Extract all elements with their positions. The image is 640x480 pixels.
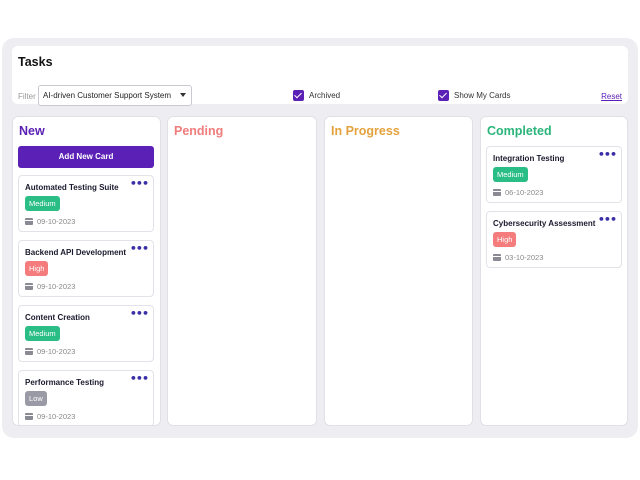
card-date: 03-10-2023 [493, 253, 543, 262]
more-options-icon[interactable]: ••• [130, 372, 149, 385]
card-title: Integration Testing [493, 154, 565, 163]
card-title: Content Creation [25, 313, 90, 322]
add-new-card-button[interactable]: Add New Card [18, 146, 154, 168]
card-title: Cybersecurity Assessment [493, 219, 596, 228]
card-title: Automated Testing Suite [25, 183, 119, 192]
card-date: 09-10-2023 [25, 412, 75, 421]
column-title-in-progress: In Progress [331, 124, 400, 138]
card-date: 09-10-2023 [25, 347, 75, 356]
card-title: Performance Testing [25, 378, 104, 387]
priority-badge: Medium [25, 326, 60, 341]
chevron-down-icon [180, 93, 186, 97]
priority-badge: Low [25, 391, 47, 406]
page-title: Tasks [18, 55, 53, 69]
more-options-icon[interactable]: ••• [130, 307, 149, 320]
card-date-text: 09-10-2023 [37, 412, 76, 421]
priority-badge: Medium [493, 167, 528, 182]
filter-select[interactable]: AI-driven Customer Support System [38, 85, 192, 106]
task-card[interactable]: Integration Testing ••• Medium 06-10-202… [486, 146, 622, 203]
show-my-cards-label: Show My Cards [454, 91, 511, 100]
task-card[interactable]: Backend API Development ••• High 09-10-2… [18, 240, 154, 297]
column-title-new: New [19, 124, 45, 138]
priority-badge: High [25, 261, 49, 276]
more-options-icon[interactable]: ••• [598, 148, 617, 161]
show-my-cards-checkbox[interactable] [438, 90, 449, 101]
column-in-progress: In Progress [324, 116, 473, 426]
card-date: 09-10-2023 [25, 282, 75, 291]
archived-label: Archived [309, 91, 341, 100]
calendar-icon [25, 413, 33, 420]
filter-select-value: AI-driven Customer Support System [43, 91, 172, 100]
column-completed: Completed Integration Testing ••• Medium… [480, 116, 628, 426]
archived-toggle[interactable]: Archived [293, 90, 340, 101]
column-pending: Pending [167, 116, 317, 426]
reset-link[interactable]: Reset [601, 92, 622, 101]
task-card[interactable]: Performance Testing ••• Low 09-10-2023 [18, 370, 154, 425]
column-title-completed: Completed [487, 124, 552, 138]
card-date-text: 06-10-2023 [505, 188, 544, 197]
filter-label: Filter [18, 92, 36, 101]
column-title-pending: Pending [174, 124, 224, 138]
calendar-icon [493, 189, 501, 196]
board-header: Tasks Filter AI-driven Customer Support … [12, 46, 628, 106]
card-date-text: 09-10-2023 [37, 217, 76, 226]
archived-checkbox[interactable] [293, 90, 304, 101]
card-title: Backend API Development [25, 248, 127, 257]
card-date-text: 09-10-2023 [37, 282, 76, 291]
board-frame: Tasks Filter AI-driven Customer Support … [2, 38, 638, 438]
task-card[interactable]: Automated Testing Suite ••• Medium 09-10… [18, 175, 154, 232]
task-card[interactable]: Content Creation ••• Medium 09-10-2023 [18, 305, 154, 362]
show-my-cards-toggle[interactable]: Show My Cards [438, 90, 510, 101]
more-options-icon[interactable]: ••• [598, 213, 617, 226]
task-card[interactable]: Cybersecurity Assessment ••• High 03-10-… [486, 211, 622, 268]
more-options-icon[interactable]: ••• [130, 242, 149, 255]
calendar-icon [25, 283, 33, 290]
calendar-icon [25, 348, 33, 355]
more-options-icon[interactable]: ••• [130, 177, 149, 190]
card-date-text: 03-10-2023 [505, 253, 544, 262]
calendar-icon [493, 254, 501, 261]
priority-badge: High [493, 232, 517, 247]
card-date: 06-10-2023 [493, 188, 543, 197]
card-date: 09-10-2023 [25, 217, 75, 226]
calendar-icon [25, 218, 33, 225]
priority-badge: Medium [25, 196, 60, 211]
card-date-text: 09-10-2023 [37, 347, 76, 356]
column-new: New Add New Card Automated Testing Suite… [12, 116, 161, 426]
